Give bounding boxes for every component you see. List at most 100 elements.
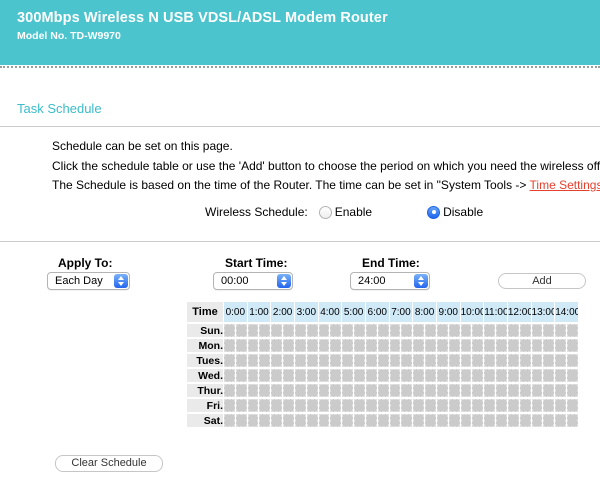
schedule-slot[interactable]	[330, 324, 341, 337]
schedule-slot[interactable]	[366, 399, 377, 412]
schedule-slot[interactable]	[543, 384, 554, 397]
schedule-slot[interactable]	[330, 414, 341, 427]
schedule-slot[interactable]	[330, 369, 341, 382]
schedule-slot[interactable]	[330, 399, 341, 412]
schedule-slot[interactable]	[401, 414, 412, 427]
schedule-slot[interactable]	[259, 324, 270, 337]
schedule-slot[interactable]	[319, 324, 330, 337]
schedule-slot[interactable]	[271, 369, 282, 382]
schedule-slot[interactable]	[378, 414, 389, 427]
schedule-slot[interactable]	[508, 339, 519, 352]
schedule-slot[interactable]	[283, 369, 294, 382]
schedule-slot[interactable]	[472, 324, 483, 337]
schedule-slot[interactable]	[283, 339, 294, 352]
schedule-slot[interactable]	[401, 399, 412, 412]
schedule-slot[interactable]	[543, 324, 554, 337]
schedule-slot[interactable]	[295, 414, 306, 427]
schedule-slot[interactable]	[224, 399, 235, 412]
schedule-slot[interactable]	[330, 384, 341, 397]
schedule-slot[interactable]	[543, 414, 554, 427]
schedule-slot[interactable]	[496, 339, 507, 352]
schedule-slot[interactable]	[378, 354, 389, 367]
schedule-slot[interactable]	[319, 354, 330, 367]
schedule-slot[interactable]	[567, 339, 578, 352]
schedule-slot[interactable]	[224, 339, 235, 352]
schedule-slot[interactable]	[413, 354, 424, 367]
schedule-slot[interactable]	[472, 369, 483, 382]
schedule-slot[interactable]	[425, 339, 436, 352]
schedule-slot[interactable]	[520, 384, 531, 397]
schedule-slot[interactable]	[307, 414, 318, 427]
schedule-slot[interactable]	[259, 369, 270, 382]
schedule-slot[interactable]	[461, 384, 472, 397]
schedule-slot[interactable]	[484, 414, 495, 427]
schedule-slot[interactable]	[224, 354, 235, 367]
schedule-slot[interactable]	[555, 339, 566, 352]
schedule-slot[interactable]	[401, 324, 412, 337]
schedule-slot[interactable]	[248, 414, 259, 427]
schedule-slot[interactable]	[283, 354, 294, 367]
schedule-slot[interactable]	[354, 399, 365, 412]
schedule-slot[interactable]	[319, 339, 330, 352]
add-button[interactable]: Add	[498, 273, 586, 289]
schedule-slot[interactable]	[437, 384, 448, 397]
schedule-slot[interactable]	[461, 414, 472, 427]
schedule-slot[interactable]	[567, 399, 578, 412]
schedule-slot[interactable]	[342, 414, 353, 427]
schedule-slot[interactable]	[555, 384, 566, 397]
schedule-slot[interactable]	[354, 369, 365, 382]
schedule-slot[interactable]	[224, 324, 235, 337]
schedule-slot[interactable]	[366, 414, 377, 427]
schedule-slot[interactable]	[567, 414, 578, 427]
schedule-slot[interactable]	[461, 354, 472, 367]
schedule-slot[interactable]	[425, 354, 436, 367]
schedule-slot[interactable]	[484, 399, 495, 412]
schedule-slot[interactable]	[449, 369, 460, 382]
schedule-slot[interactable]	[437, 324, 448, 337]
schedule-slot[interactable]	[390, 324, 401, 337]
schedule-slot[interactable]	[366, 384, 377, 397]
schedule-slot[interactable]	[508, 414, 519, 427]
schedule-slot[interactable]	[449, 399, 460, 412]
schedule-slot[interactable]	[271, 414, 282, 427]
schedule-slot[interactable]	[271, 354, 282, 367]
schedule-slot[interactable]	[271, 384, 282, 397]
schedule-slot[interactable]	[236, 414, 247, 427]
schedule-slot[interactable]	[354, 384, 365, 397]
schedule-slot[interactable]	[520, 369, 531, 382]
schedule-slot[interactable]	[378, 324, 389, 337]
apply-to-select[interactable]: Each Day	[47, 272, 130, 290]
schedule-slot[interactable]	[555, 399, 566, 412]
schedule-slot[interactable]	[532, 399, 543, 412]
schedule-slot[interactable]	[496, 324, 507, 337]
schedule-slot[interactable]	[224, 369, 235, 382]
schedule-slot[interactable]	[342, 339, 353, 352]
schedule-slot[interactable]	[449, 354, 460, 367]
schedule-slot[interactable]	[472, 414, 483, 427]
schedule-slot[interactable]	[378, 339, 389, 352]
schedule-slot[interactable]	[271, 399, 282, 412]
schedule-slot[interactable]	[508, 384, 519, 397]
schedule-slot[interactable]	[390, 414, 401, 427]
schedule-slot[interactable]	[472, 339, 483, 352]
schedule-slot[interactable]	[520, 399, 531, 412]
schedule-slot[interactable]	[259, 339, 270, 352]
schedule-slot[interactable]	[437, 414, 448, 427]
schedule-slot[interactable]	[532, 354, 543, 367]
schedule-slot[interactable]	[461, 399, 472, 412]
schedule-slot[interactable]	[413, 414, 424, 427]
schedule-slot[interactable]	[307, 384, 318, 397]
schedule-slot[interactable]	[520, 354, 531, 367]
schedule-slot[interactable]	[319, 384, 330, 397]
schedule-slot[interactable]	[508, 369, 519, 382]
schedule-slot[interactable]	[295, 354, 306, 367]
schedule-slot[interactable]	[567, 354, 578, 367]
schedule-slot[interactable]	[236, 339, 247, 352]
schedule-slot[interactable]	[567, 369, 578, 382]
schedule-slot[interactable]	[390, 369, 401, 382]
schedule-slot[interactable]	[413, 339, 424, 352]
schedule-slot[interactable]	[366, 324, 377, 337]
schedule-slot[interactable]	[366, 354, 377, 367]
schedule-slot[interactable]	[496, 399, 507, 412]
schedule-slot[interactable]	[555, 324, 566, 337]
